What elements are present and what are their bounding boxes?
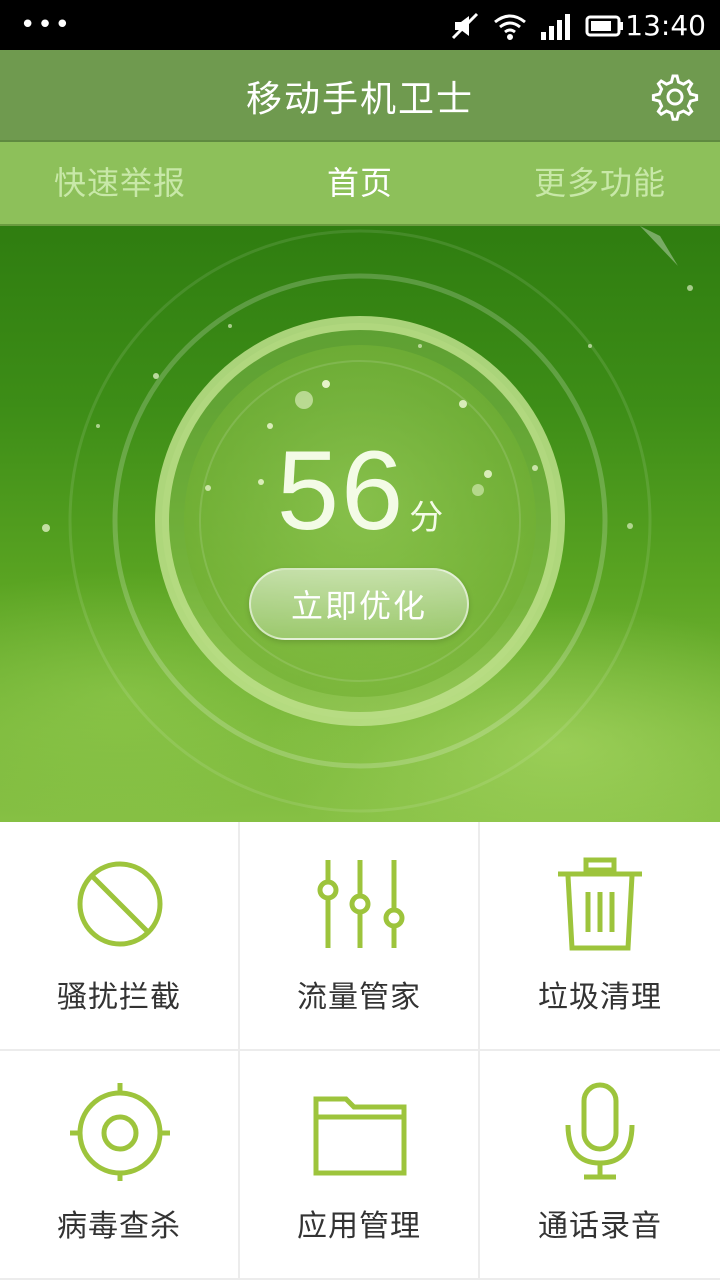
- gear-icon[interactable]: [648, 70, 702, 124]
- sliders-icon: [317, 860, 405, 948]
- feature-harassment-block[interactable]: 骚扰拦截: [0, 822, 240, 1051]
- score-value: 56: [276, 428, 406, 553]
- optimize-button[interactable]: 立即优化: [249, 568, 469, 640]
- feature-app-manager[interactable]: 应用管理: [240, 1051, 480, 1280]
- wifi-icon: [494, 14, 526, 40]
- feature-label: 骚扰拦截: [57, 980, 181, 1015]
- feature-label: 通话录音: [538, 1209, 662, 1244]
- feature-label: 应用管理: [297, 1209, 421, 1244]
- score-display: 56 分: [0, 426, 720, 555]
- feature-label: 流量管家: [297, 980, 421, 1015]
- status-icons: [449, 12, 625, 40]
- feature-grid: 骚扰拦截 流量管家 垃圾清理 病毒查杀 应用管理 通话录音: [0, 822, 720, 1280]
- battery-icon: [585, 15, 623, 37]
- trash-icon: [558, 857, 642, 951]
- clock: 13:40: [625, 9, 706, 42]
- score-panel: 56 分 立即优化: [0, 226, 720, 822]
- tab-quick-report[interactable]: 快速举报: [0, 142, 240, 224]
- tab-bar: 快速举报 首页 更多功能: [0, 142, 720, 226]
- app-header: 移动手机卫士: [0, 50, 720, 142]
- folder-icon: [313, 1096, 407, 1176]
- feature-call-recording[interactable]: 通话录音: [480, 1051, 720, 1280]
- feature-label: 垃圾清理: [538, 980, 662, 1015]
- feature-junk-cleanup[interactable]: 垃圾清理: [480, 822, 720, 1051]
- microphone-icon: [565, 1082, 635, 1180]
- block-icon: [77, 861, 163, 947]
- status-bar: ••• 13:40: [0, 0, 720, 50]
- tab-more-features[interactable]: 更多功能: [480, 142, 720, 224]
- notification-dots: •••: [20, 10, 73, 40]
- target-icon: [70, 1083, 170, 1181]
- mute-icon: [451, 12, 479, 40]
- feature-label: 病毒查杀: [57, 1209, 181, 1244]
- tab-home[interactable]: 首页: [240, 142, 480, 224]
- score-unit: 分: [409, 498, 444, 538]
- app-title: 移动手机卫士: [245, 79, 474, 120]
- signal-icon: [541, 14, 570, 40]
- feature-virus-scan[interactable]: 病毒查杀: [0, 1051, 240, 1280]
- feature-data-manager[interactable]: 流量管家: [240, 822, 480, 1051]
